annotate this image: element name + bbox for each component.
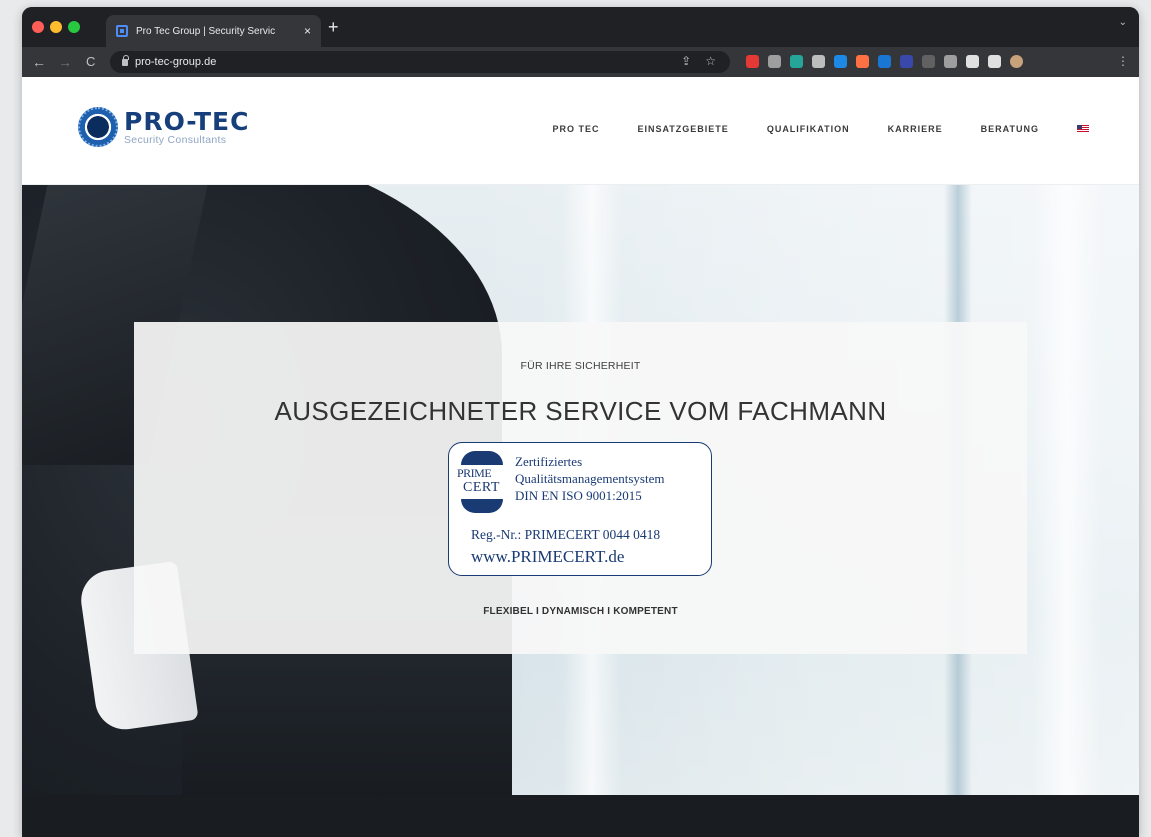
nav-item-einsatzgebiete[interactable]: EINSATZGEBIETE [637,124,728,134]
extension-icon[interactable] [922,55,935,68]
hero-section: FÜR IHRE SICHERHEIT AUSGEZEICHNETER SERV… [22,185,1139,795]
extensions-bar [746,55,1023,68]
extension-icon[interactable] [856,55,869,68]
hero-title: AUSGEZEICHNETER SERVICE VOM FACHMANN [274,396,887,426]
primecert-seal-icon: PRIME CERT [455,451,509,513]
address-bar[interactable]: pro-tec-group.de ⇪ ☆ [110,51,730,73]
extension-icon[interactable] [1010,55,1023,68]
seal-text-top: PRIME [457,466,492,480]
extension-icon[interactable] [944,55,957,68]
tab-close-icon[interactable]: × [304,24,311,38]
url-text[interactable]: pro-tec-group.de [135,56,216,68]
extension-icon[interactable] [746,55,759,68]
extension-icon[interactable] [900,55,913,68]
background-window-light [1032,185,1102,795]
primecert-certificate-badge[interactable]: PRIME CERT Zertifiziertes Qualitätsmanag… [448,442,712,576]
web-page: PRO-TEC Security Consultants PRO TEC EIN… [22,77,1139,837]
browser-tab[interactable]: Pro Tec Group | Security Servic × [106,15,321,47]
browser-menu-icon[interactable]: ⋮ [1117,54,1129,68]
hero-kicker: FÜR IHRE SICHERHEIT [520,360,641,372]
cert-line-2: Qualitätsmanagementsystem [515,471,665,486]
extension-icon[interactable] [988,55,1001,68]
site-header: PRO-TEC Security Consultants PRO TEC EIN… [22,77,1139,185]
reload-button[interactable]: C [86,53,95,71]
nav-item-karriere[interactable]: KARRIERE [888,124,943,134]
tab-search-icon[interactable]: ⌄ [1119,17,1127,28]
main-nav: PRO TEC EINSATZGEBIETE QUALIFIKATION KAR… [514,124,1089,134]
extension-icon[interactable] [812,55,825,68]
site-logo[interactable]: PRO-TEC Security Consultants [78,107,249,147]
cert-line-3: DIN EN ISO 9001:2015 [515,488,642,503]
nav-item-pro-tec[interactable]: PRO TEC [552,124,599,134]
tab-strip: Pro Tec Group | Security Servic × + ⌄ [22,7,1139,47]
us-flag-icon[interactable] [1077,125,1089,133]
minimize-window-button[interactable] [50,21,62,33]
cert-url: www.PRIMECERT.de [471,547,625,566]
extension-icon[interactable] [966,55,979,68]
cert-line-1: Zertifiziertes [515,454,583,469]
share-icon[interactable]: ⇪ [681,54,691,68]
nav-item-qualifikation[interactable]: QUALIFIKATION [767,124,850,134]
new-tab-button[interactable]: + [328,17,339,37]
extension-icon[interactable] [768,55,781,68]
extension-icon[interactable] [834,55,847,68]
extension-icon[interactable] [790,55,803,68]
browser-window: Pro Tec Group | Security Servic × + ⌄ ← … [22,7,1139,837]
tab-title: Pro Tec Group | Security Servic [136,25,276,37]
forward-button[interactable]: → [58,53,72,71]
close-window-button[interactable] [32,21,44,33]
lock-icon[interactable] [122,54,129,66]
hero-tagline: FLEXIBEL I DYNAMISCH I KOMPETENT [483,606,678,617]
nav-item-beratung[interactable]: BERATUNG [981,124,1039,134]
maximize-window-button[interactable] [68,21,80,33]
extension-icon[interactable] [878,55,891,68]
hero-content-box: FÜR IHRE SICHERHEIT AUSGEZEICHNETER SERV… [134,322,1027,654]
logo-subtitle: Security Consultants [124,133,227,146]
cert-registration-number: Reg.-Nr.: PRIMECERT 0044 0418 [471,527,661,542]
bookmark-star-icon[interactable]: ☆ [705,54,716,68]
logo-emblem-icon [78,107,118,147]
logo-name: PRO-TEC [124,106,250,136]
back-button[interactable]: ← [32,53,46,71]
seal-text-bottom: CERT [463,480,500,495]
site-favicon-icon [116,25,128,37]
browser-toolbar: ← → C pro-tec-group.de ⇪ ☆ ⋮ [22,47,1139,77]
footer-band [22,795,1139,837]
